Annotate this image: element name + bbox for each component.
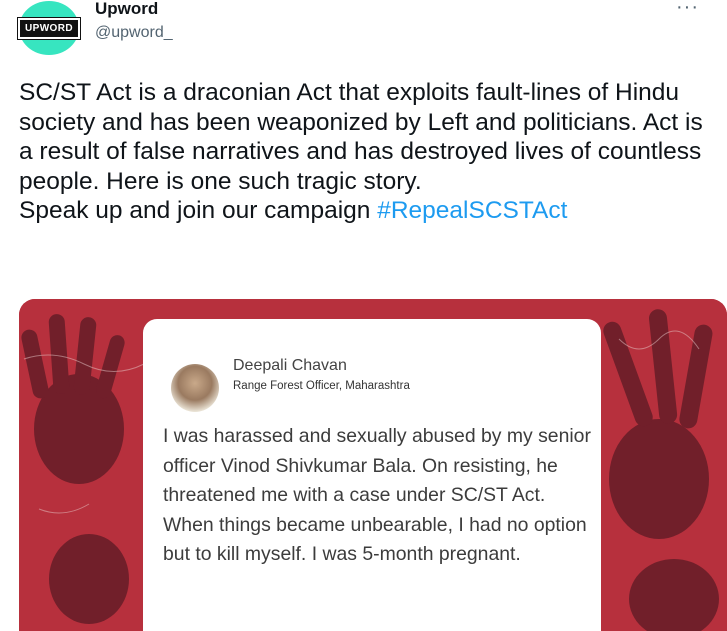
tweet-body: SC/ST Act is a draconian Act that exploi… xyxy=(19,79,703,195)
more-options-icon[interactable]: ··· xyxy=(676,0,699,19)
story-quote: I was harassed and sexually abused by my… xyxy=(163,425,591,565)
story-person-name: Deepali Chavan xyxy=(233,357,347,374)
hashtag-link[interactable]: #RepealSCSTAct xyxy=(377,197,567,224)
tweet-media-image[interactable]: Deepali Chavan Range Forest Officer, Mah… xyxy=(19,299,727,631)
upword-logo: UPWORD xyxy=(17,16,81,40)
account-avatar[interactable]: UPWORD xyxy=(17,1,81,55)
tweet-cta-text: Speak up and join our campaign xyxy=(19,197,378,224)
profile-photo xyxy=(171,364,219,412)
account-handle[interactable]: @upword_ xyxy=(95,24,173,42)
tweet-cta: Speak up and join our campaign #RepealSC… xyxy=(19,196,719,226)
story-person-role: Range Forest Officer, Maharashtra xyxy=(233,380,410,392)
story-card: Deepali Chavan Range Forest Officer, Mah… xyxy=(143,319,601,631)
tweet-text: SC/ST Act is a draconian Act that exploi… xyxy=(19,78,719,226)
display-name[interactable]: Upword xyxy=(95,0,158,19)
